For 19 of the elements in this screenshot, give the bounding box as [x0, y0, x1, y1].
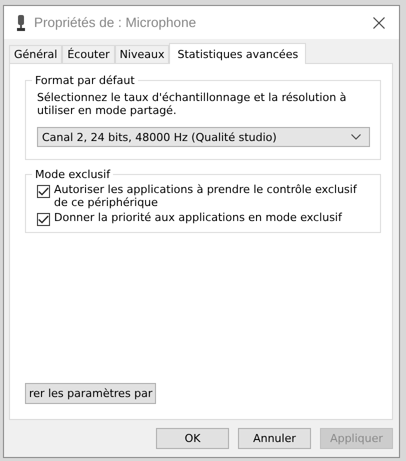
checkbox[interactable]	[37, 185, 50, 198]
group-title: Format par défaut	[34, 74, 136, 87]
close-icon[interactable]	[373, 16, 385, 28]
tab[interactable]: Écouter	[62, 45, 115, 63]
format-dropdown[interactable]: Canal 2, 24 bits, 48000 Hz (Qualité studio)	[37, 127, 370, 147]
tab[interactable]: Statistiques avancées	[169, 43, 306, 64]
description-text: Sélectionnez le taux d'échantillonnage et la résolution à utiliser en mode partagé.	[37, 91, 348, 117]
group-title: Mode exclusif	[34, 168, 112, 181]
microphone-icon	[16, 14, 26, 30]
tab[interactable]: Niveaux	[114, 45, 170, 63]
dialog-button[interactable]: OK	[156, 428, 229, 449]
restore-defaults-button[interactable]: rer les paramètres par	[25, 383, 156, 404]
checkbox-label[interactable]: Autoriser les applications à prendre le contrôle exclusif de ce périphérique	[54, 183, 370, 209]
dialog-button[interactable]: Annuler	[238, 428, 311, 449]
tab[interactable]: Général	[9, 45, 62, 63]
checkbox[interactable]	[37, 213, 50, 226]
window-title: Propriétés de : Microphone	[34, 15, 198, 30]
chevron-down-icon	[351, 134, 361, 140]
checkbox-label[interactable]: Donner la priorité aux applications en mode exclusif	[54, 211, 342, 224]
